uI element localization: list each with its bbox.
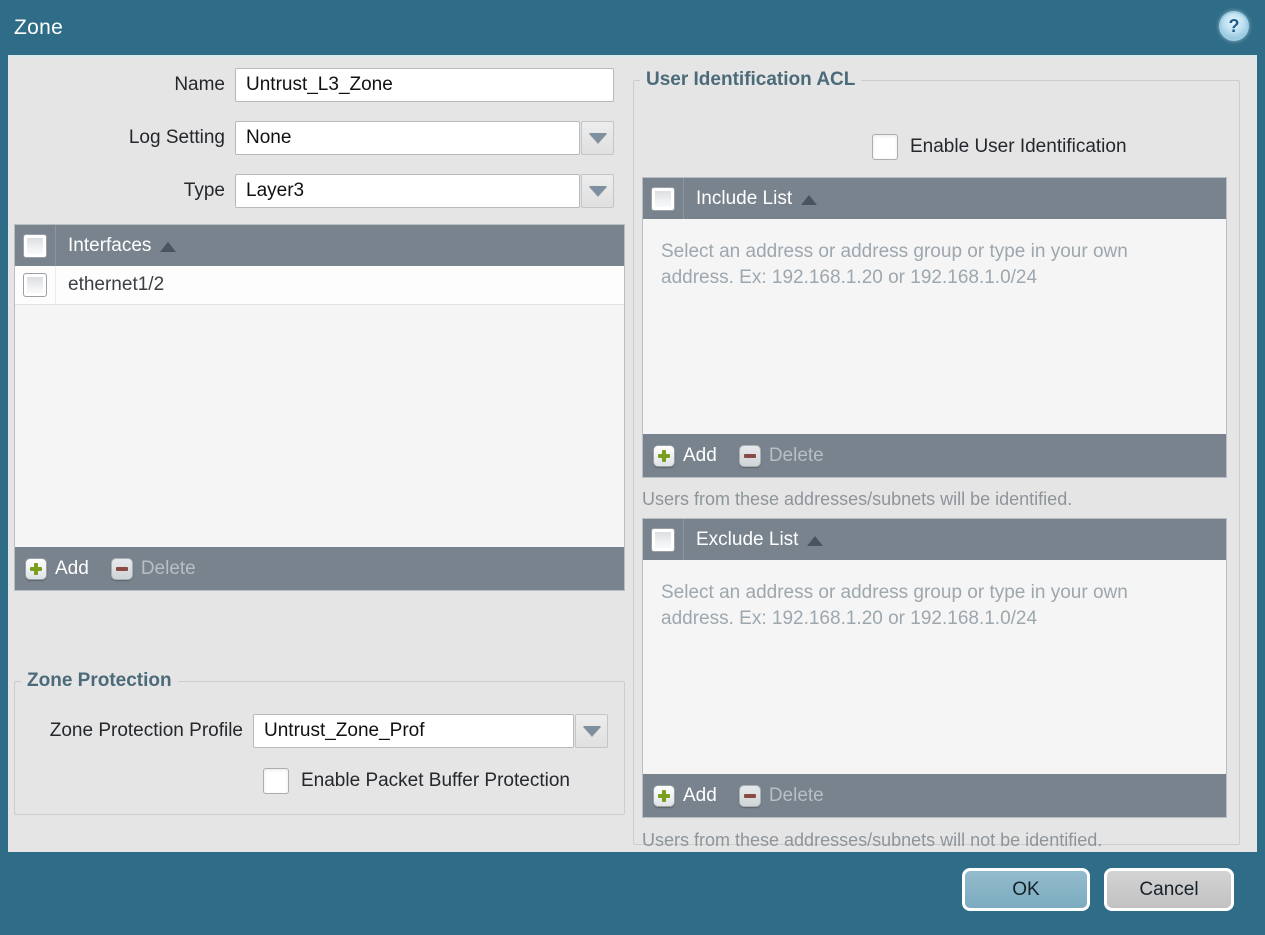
cancel-button[interactable]: Cancel xyxy=(1104,868,1234,911)
interfaces-delete-button[interactable]: Delete xyxy=(110,557,196,580)
exclude-add-button[interactable]: Add xyxy=(653,784,717,807)
interfaces-table: Interfaces ethernet1/2 Add Delete xyxy=(14,224,625,591)
delete-button-label: Delete xyxy=(768,784,824,806)
zone-protection-profile-value[interactable]: Untrust_Zone_Prof xyxy=(253,714,574,748)
enable-user-identification-label: Enable User Identification xyxy=(910,136,1127,157)
exclude-list-body[interactable]: Select an address or address group or ty… xyxy=(643,560,1226,774)
include-list-placeholder: Select an address or address group or ty… xyxy=(661,241,1128,288)
packet-buffer-protection-checkbox[interactable] xyxy=(263,768,289,794)
interface-row-checkbox-cell[interactable] xyxy=(15,266,56,304)
type-label: Type xyxy=(183,180,225,201)
type-value[interactable]: Layer3 xyxy=(235,174,580,208)
add-button-label: Add xyxy=(55,557,89,579)
dialog-titlebar: Zone ? xyxy=(0,0,1265,55)
include-delete-button[interactable]: Delete xyxy=(738,444,824,467)
dialog-title: Zone xyxy=(14,15,64,39)
log-setting-field-row: Log Setting None xyxy=(8,121,614,155)
user-identification-acl-section: User Identification ACL Enable User Iden… xyxy=(633,69,1240,850)
zone-protection-section: Zone Protection Zone Protection Profile … xyxy=(14,670,625,815)
include-select-all-cell[interactable] xyxy=(643,178,684,219)
minus-icon xyxy=(110,557,133,580)
minus-icon xyxy=(738,784,761,807)
exclude-list-panel: Exclude List Select an address or addres… xyxy=(642,518,1227,818)
chevron-down-icon xyxy=(588,186,607,196)
exclude-list-header: Exclude List xyxy=(643,519,1226,560)
include-select-all-checkbox[interactable] xyxy=(651,186,675,211)
log-setting-label: Log Setting xyxy=(128,127,225,148)
chevron-down-icon xyxy=(582,726,601,736)
exclude-list-placeholder: Select an address or address group or ty… xyxy=(661,582,1128,629)
dialog-body: Name Log Setting None Type Layer3 In xyxy=(8,55,1257,852)
ok-button[interactable]: OK xyxy=(962,868,1090,911)
type-field-row: Type Layer3 xyxy=(8,174,614,208)
type-dropdown[interactable]: Layer3 xyxy=(235,174,614,208)
log-setting-value[interactable]: None xyxy=(235,121,580,155)
interfaces-select-all-checkbox[interactable] xyxy=(23,233,47,258)
interfaces-table-body[interactable]: ethernet1/2 xyxy=(15,266,624,547)
delete-button-label: Delete xyxy=(768,444,824,466)
user-identification-acl-legend: User Identification ACL xyxy=(646,69,856,90)
zone-protection-profile-dropdown[interactable]: Untrust_Zone_Prof xyxy=(253,714,608,748)
name-field-row: Name xyxy=(8,68,614,102)
interfaces-column-header[interactable]: Interfaces xyxy=(68,235,151,257)
log-setting-dropdown-button[interactable] xyxy=(581,121,614,155)
plus-icon xyxy=(653,444,675,467)
include-list-header: Include List xyxy=(643,178,1226,219)
include-list-panel: Include List Select an address or addres… xyxy=(642,177,1227,478)
add-button-label: Add xyxy=(683,444,717,466)
enable-user-identification-checkbox[interactable] xyxy=(872,134,898,160)
zone-protection-profile-row: Zone Protection Profile Untrust_Zone_Pro… xyxy=(15,714,608,748)
sort-ascending-icon[interactable] xyxy=(801,194,818,205)
packet-buffer-protection-label: Enable Packet Buffer Protection xyxy=(301,770,570,791)
include-list-footer: Add Delete xyxy=(643,434,1226,477)
interfaces-select-all-cell[interactable] xyxy=(15,225,56,266)
chevron-down-icon xyxy=(588,133,607,143)
delete-button-label: Delete xyxy=(140,557,196,579)
exclude-list-caption: Users from these addresses/subnets will … xyxy=(642,830,1103,850)
add-button-label: Add xyxy=(683,784,717,806)
packet-buffer-protection-row: Enable Packet Buffer Protection xyxy=(263,768,570,794)
type-dropdown-button[interactable] xyxy=(581,174,614,208)
table-row[interactable]: ethernet1/2 xyxy=(15,266,624,305)
include-add-button[interactable]: Add xyxy=(653,444,717,467)
minus-icon xyxy=(738,444,761,467)
interface-name[interactable]: ethernet1/2 xyxy=(56,274,164,296)
interfaces-table-header: Interfaces xyxy=(15,225,624,266)
interface-row-checkbox[interactable] xyxy=(23,273,47,297)
sort-ascending-icon[interactable] xyxy=(807,535,824,546)
interfaces-table-footer: Add Delete xyxy=(15,547,624,590)
name-input[interactable] xyxy=(235,68,614,102)
name-label: Name xyxy=(174,74,225,95)
exclude-delete-button[interactable]: Delete xyxy=(738,784,824,807)
enable-user-identification-row: Enable User Identification xyxy=(872,134,1127,160)
zone-protection-legend: Zone Protection xyxy=(27,670,172,691)
help-icon[interactable]: ? xyxy=(1219,11,1249,41)
include-list-body[interactable]: Select an address or address group or ty… xyxy=(643,219,1226,434)
sort-ascending-icon[interactable] xyxy=(160,241,177,252)
exclude-select-all-cell[interactable] xyxy=(643,519,684,560)
plus-icon xyxy=(653,784,675,807)
exclude-list-footer: Add Delete xyxy=(643,774,1226,817)
include-list-column-header[interactable]: Include List xyxy=(696,188,792,210)
zone-protection-profile-label: Zone Protection Profile xyxy=(49,720,243,741)
zone-protection-profile-dropdown-button[interactable] xyxy=(575,714,608,748)
log-setting-dropdown[interactable]: None xyxy=(235,121,614,155)
plus-icon xyxy=(25,557,47,580)
interfaces-add-button[interactable]: Add xyxy=(25,557,89,580)
include-list-caption: Users from these addresses/subnets will … xyxy=(642,489,1073,509)
exclude-list-column-header[interactable]: Exclude List xyxy=(696,529,798,551)
exclude-select-all-checkbox[interactable] xyxy=(651,527,675,552)
